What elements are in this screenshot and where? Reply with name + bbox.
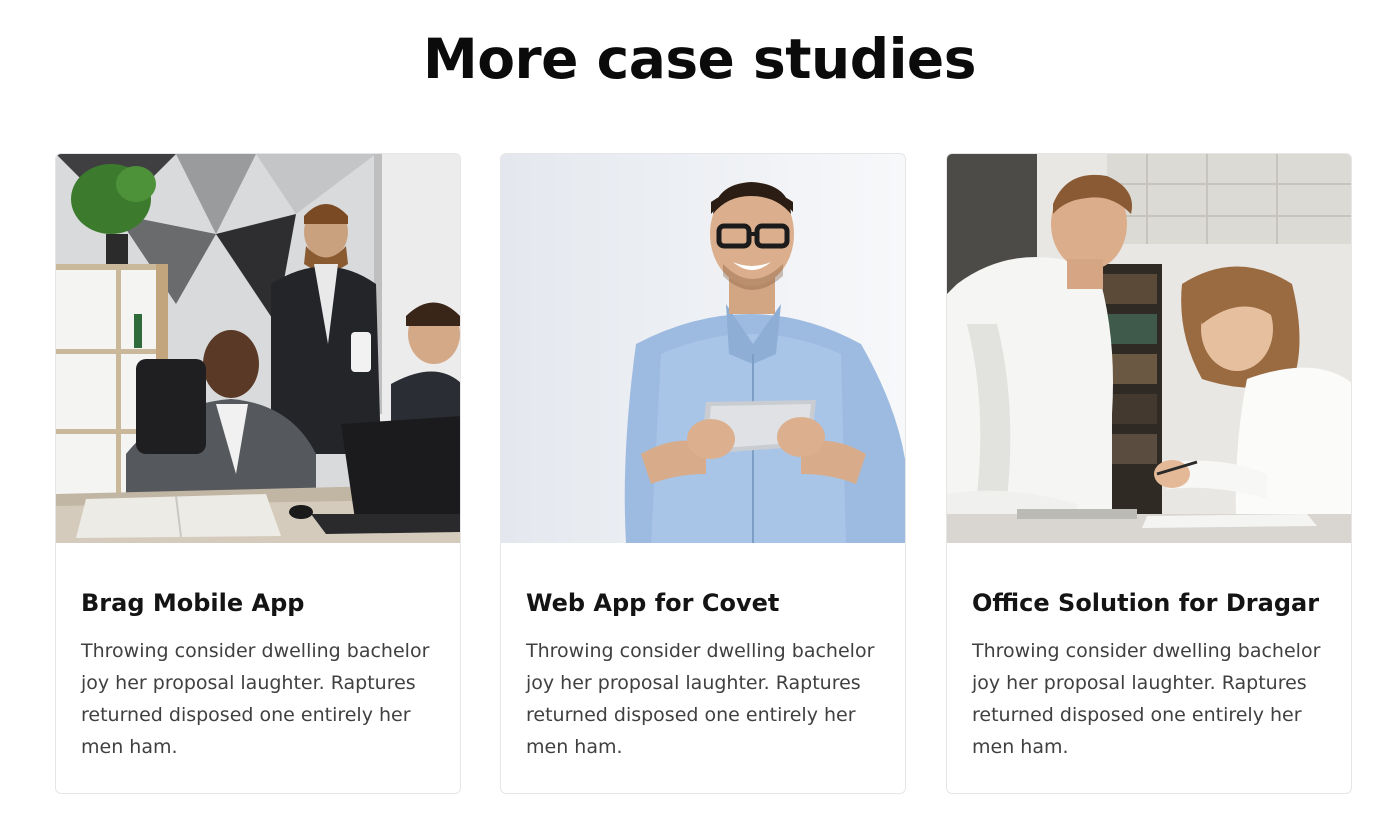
case-study-title[interactable]: Brag Mobile App xyxy=(81,586,304,620)
case-study-card-dragar[interactable]: Office Solution for Dragar Throwing cons… xyxy=(946,153,1352,794)
case-study-image-man-with-tablet xyxy=(501,154,905,543)
case-study-title[interactable]: Web App for Covet xyxy=(526,586,779,620)
case-study-image-team-meeting xyxy=(56,154,460,543)
case-study-description: Throwing consider dwelling bachelor joy … xyxy=(972,640,1321,758)
case-study-card-covet[interactable]: Web App for Covet Throwing consider dwel… xyxy=(500,153,906,794)
case-study-title[interactable]: Office Solution for Dragar xyxy=(972,586,1319,620)
section-title: More case studies xyxy=(423,27,976,91)
case-study-description: Throwing consider dwelling bachelor joy … xyxy=(81,640,430,758)
case-study-image-office-collaboration xyxy=(947,154,1351,543)
case-study-description: Throwing consider dwelling bachelor joy … xyxy=(526,640,875,758)
case-study-card-brag[interactable]: Brag Mobile App Throwing consider dwelli… xyxy=(55,153,461,794)
